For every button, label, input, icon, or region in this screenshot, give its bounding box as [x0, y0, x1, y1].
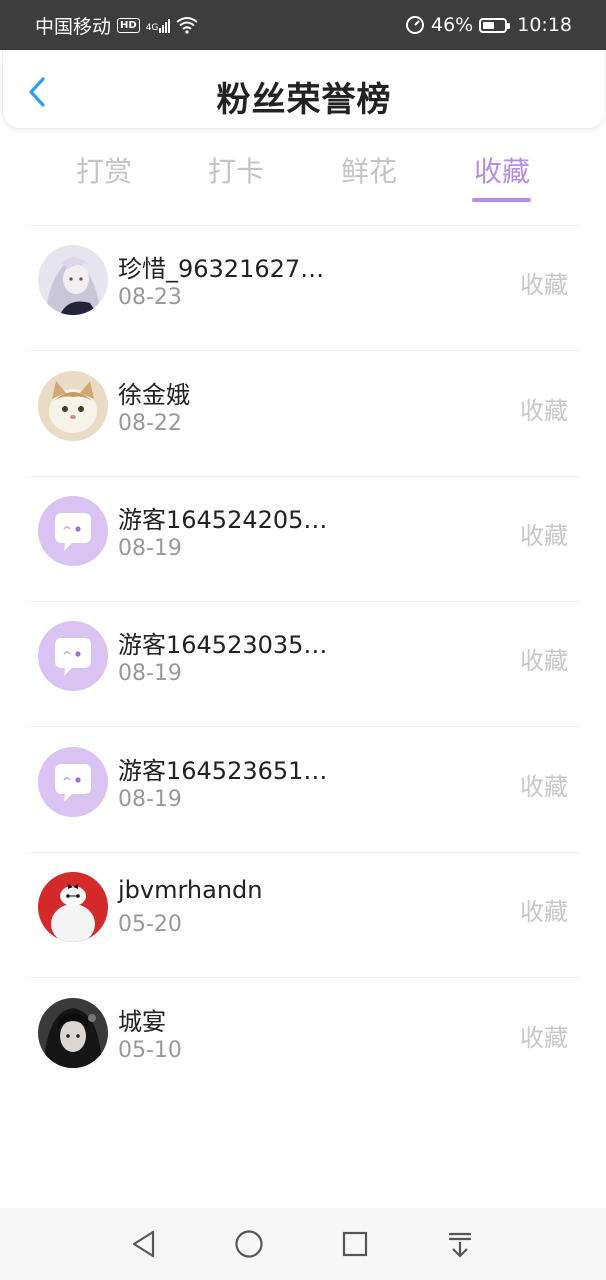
fan-date: 08-19	[118, 536, 182, 561]
chat-bubble-avatar-icon	[38, 621, 108, 691]
list-item[interactable]: 游客164523035… 08-19 收藏	[0, 601, 606, 726]
fan-name: 游客164523035…	[118, 631, 328, 659]
avatar[interactable]	[38, 621, 108, 691]
chat-bubble-avatar-icon	[38, 496, 108, 566]
fan-name: 游客164524205…	[118, 506, 328, 534]
nav-recents-button[interactable]	[337, 1226, 373, 1262]
list-item[interactable]: 徐金娥 08-22 收藏	[0, 351, 606, 476]
fan-date: 08-22	[118, 411, 182, 436]
avatar[interactable]	[38, 371, 108, 441]
carrier-label: 中国移动	[35, 15, 112, 38]
tab-bar: 打赏 打卡 鲜花 收藏	[0, 140, 606, 210]
active-tab-indicator	[472, 198, 531, 202]
recents-square-icon	[342, 1231, 368, 1257]
tab-reward[interactable]: 打赏	[59, 150, 149, 190]
avatar[interactable]	[38, 496, 108, 566]
list-item[interactable]: 游客164523651… 08-19 收藏	[0, 727, 606, 852]
hd-badge: HD	[117, 17, 140, 33]
chat-bubble-avatar-icon	[38, 747, 108, 817]
fan-action: 收藏	[520, 773, 568, 801]
status-left: 中国移动 HD 4G	[35, 12, 199, 39]
fan-name: 珍惜_96321627…	[118, 255, 325, 283]
anime-girl-avatar-icon	[38, 245, 108, 315]
fan-date: 05-10	[118, 1038, 182, 1063]
home-circle-icon	[235, 1230, 263, 1258]
status-right: 46% 10:18	[405, 14, 572, 36]
nav-home-button[interactable]	[231, 1226, 267, 1262]
fan-date: 05-20	[118, 912, 182, 937]
notification-down-icon	[449, 1232, 471, 1258]
list-item[interactable]: 游客164524205… 08-19 收藏	[0, 476, 606, 601]
fan-date: 08-19	[118, 661, 182, 686]
tab-flowers[interactable]: 鲜花	[324, 150, 414, 190]
fan-action: 收藏	[520, 1024, 568, 1052]
tab-checkin[interactable]: 打卡	[191, 150, 281, 190]
clock: 10:18	[517, 14, 572, 36]
list-item[interactable]: 珍惜_96321627… 08-23 收藏	[0, 225, 606, 350]
fan-action: 收藏	[520, 271, 568, 299]
avatar[interactable]	[38, 245, 108, 315]
fan-action: 收藏	[520, 397, 568, 425]
back-triangle-icon	[132, 1230, 155, 1258]
dark-anime-avatar-icon	[38, 998, 108, 1068]
speedometer-icon	[406, 16, 424, 34]
nav-notification-button[interactable]	[442, 1226, 478, 1262]
fan-name: jbvmrhandn	[118, 876, 263, 904]
fan-action: 收藏	[520, 522, 568, 550]
avatar[interactable]	[38, 747, 108, 817]
network-type: 4G	[145, 23, 159, 33]
page-header: 粉丝荣誉榜	[2, 50, 606, 129]
list-item[interactable]: jbvmrhandn 05-20 收藏	[0, 852, 606, 977]
battery-percent: 46%	[431, 14, 474, 36]
cat-avatar-icon	[38, 371, 108, 441]
fan-name: 徐金娥	[118, 381, 190, 409]
fan-action: 收藏	[520, 647, 568, 675]
fan-date: 08-19	[118, 787, 182, 812]
nav-back-button[interactable]	[126, 1226, 162, 1262]
fan-action: 收藏	[520, 898, 568, 926]
fan-name: 游客164523651…	[118, 757, 328, 785]
signal-icon: 4G	[146, 17, 171, 33]
fan-name: 城宴	[118, 1008, 166, 1036]
page-title: 粉丝荣誉榜	[216, 80, 392, 120]
avatar[interactable]	[38, 998, 108, 1068]
wifi-icon	[176, 17, 199, 34]
system-nav-bar	[0, 1208, 606, 1280]
status-bar: 中国移动 HD 4G 46% 10:18	[0, 0, 606, 50]
battery-icon	[479, 17, 511, 33]
fan-date: 08-23	[118, 285, 182, 310]
baymax-avatar-icon	[38, 872, 108, 942]
tab-favorites[interactable]: 收藏	[457, 150, 547, 190]
list-item[interactable]: 城宴 05-10 收藏	[0, 978, 606, 1103]
avatar[interactable]	[38, 872, 108, 942]
